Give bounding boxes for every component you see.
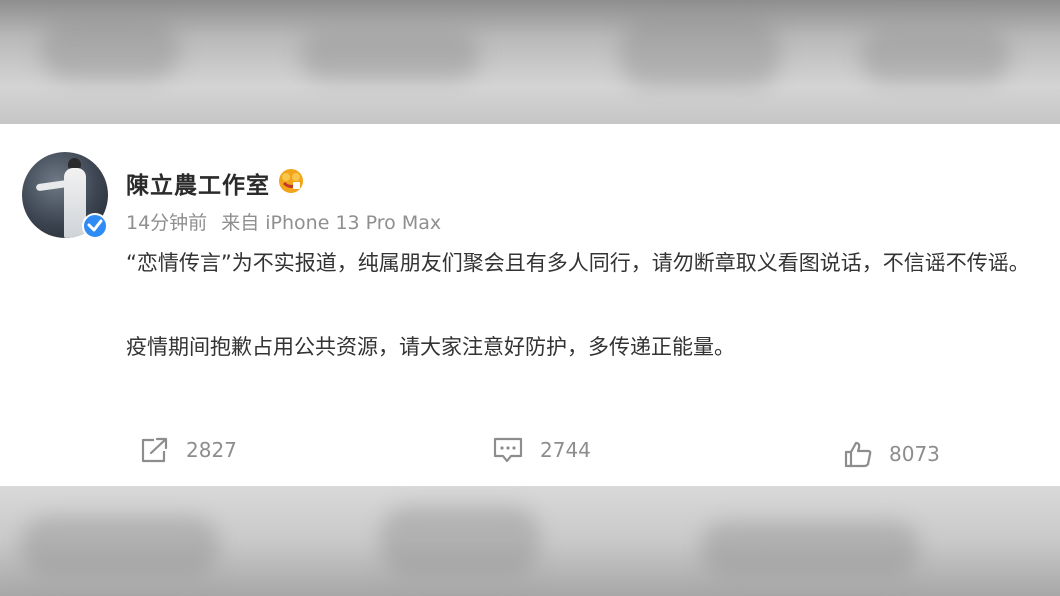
blurred-background-top <box>0 0 1060 124</box>
share-icon <box>141 437 168 463</box>
comment-icon <box>493 437 523 463</box>
repost-button[interactable]: 2827 <box>140 434 237 466</box>
post-body: “恋情传言”为不实报道，纯属朋友们聚会且有多人同行，请勿断章取义看图说话，不信谣… <box>126 243 1046 367</box>
comment-button[interactable]: 2744 <box>492 434 591 466</box>
post-meta: 14分钟前 来自 iPhone 13 Pro Max <box>126 208 449 235</box>
blurred-background-bottom <box>0 486 1060 596</box>
post-paragraph: 疫情期间抱歉占用公共资源，请大家注意好防护，多传递正能量。 <box>126 335 735 359</box>
verified-badge-icon <box>82 213 108 239</box>
like-button[interactable]: 8073 <box>843 438 940 470</box>
like-count: 8073 <box>889 442 940 466</box>
vip-badge-icon <box>278 168 304 194</box>
repost-count: 2827 <box>186 438 237 462</box>
post-time: 14分钟前 <box>126 212 208 234</box>
account-name[interactable]: 陳立農工作室 <box>126 166 270 200</box>
weibo-post-card: 陳立農工作室 14分钟前 来自 iPhone 13 Pro Max “恋情传言”… <box>0 124 1060 486</box>
post-paragraph: “恋情传言”为不实报道，纯属朋友们聚会且有多人同行，请勿断章取义看图说话，不信谣… <box>126 251 1030 275</box>
comment-count: 2744 <box>540 438 591 462</box>
thumbs-up-icon <box>844 441 872 468</box>
post-source[interactable]: 来自 iPhone 13 Pro Max <box>221 212 441 234</box>
